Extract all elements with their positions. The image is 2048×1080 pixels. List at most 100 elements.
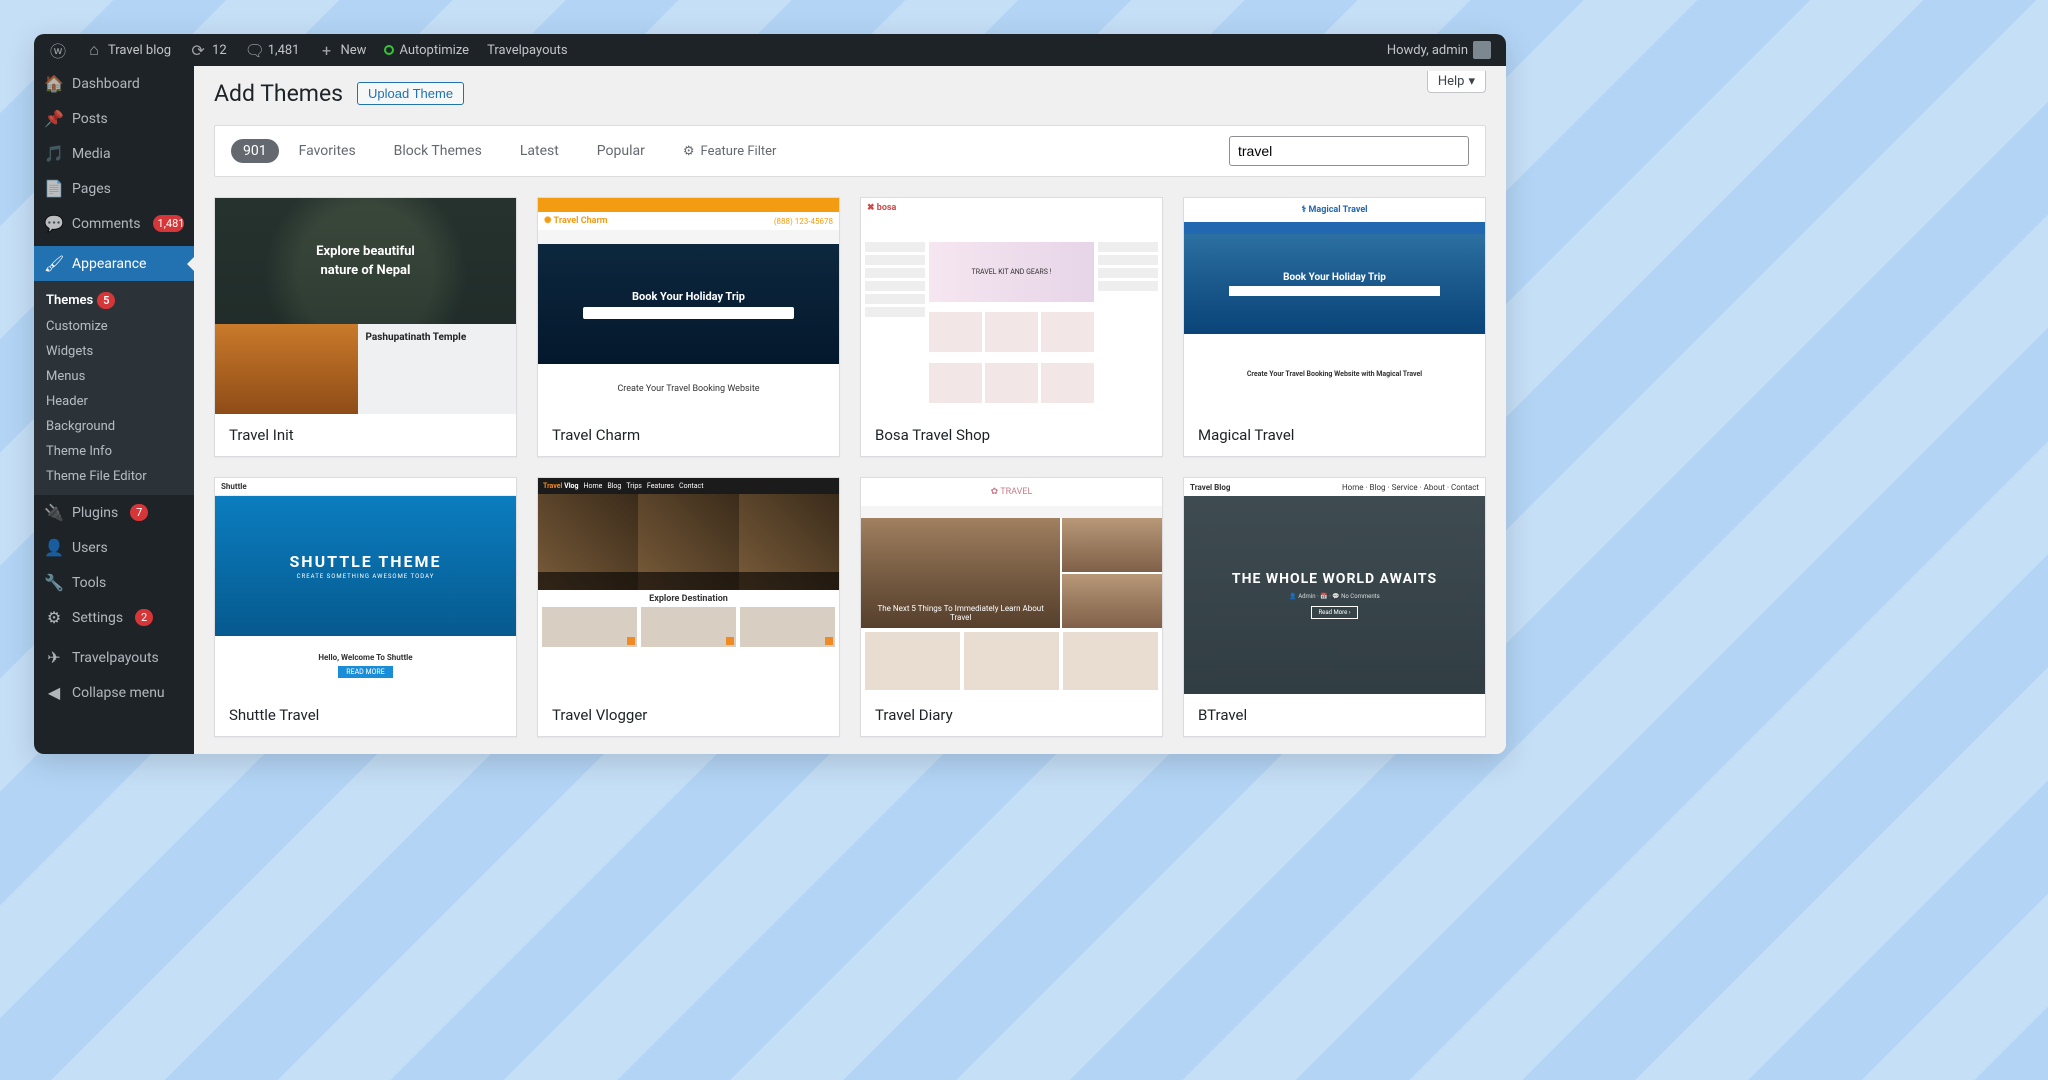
submenu-item-theme-info[interactable]: Theme Info	[34, 439, 194, 464]
feature-filter[interactable]: ⚙Feature Filter	[683, 144, 777, 159]
menu-label: Tools	[72, 575, 106, 591]
theme-card-btravel[interactable]: Travel BlogHome · Blog · Service · About…	[1183, 477, 1486, 737]
menu-icon: 🔌	[44, 503, 64, 522]
updates-count: 12	[212, 43, 227, 58]
submenu-item-theme-file-editor[interactable]: Theme File Editor	[34, 464, 194, 489]
account-link[interactable]: Howdy, admin	[1380, 34, 1498, 66]
submenu-item-header[interactable]: Header	[34, 389, 194, 414]
autoptimize-icon	[384, 45, 394, 55]
filter-bar: 901 Favorites Block Themes Latest Popular ⚙…	[214, 125, 1486, 177]
sidebar-item-users[interactable]: 👤 Users	[34, 530, 194, 565]
badge: 5	[97, 292, 115, 309]
theme-name: Bosa Travel Shop	[861, 414, 1162, 456]
menu-label: Posts	[72, 111, 108, 127]
theme-name: BTravel	[1184, 694, 1485, 736]
menu-label: Collapse menu	[72, 685, 165, 701]
sidebar-item-settings[interactable]: ⚙ Settings 2	[34, 600, 194, 635]
autoptimize-link[interactable]: Autoptimize	[377, 34, 476, 66]
theme-name: Travel Charm	[538, 414, 839, 456]
sidebar-item-plugins[interactable]: 🔌 Plugins 7	[34, 495, 194, 530]
menu-label: Plugins	[72, 505, 118, 521]
menu-label: Media	[72, 146, 111, 162]
help-tab[interactable]: Help▾	[1427, 71, 1486, 93]
refresh-icon: ⟳	[189, 41, 207, 60]
menu-icon: ⚙	[44, 608, 64, 627]
sidebar-item-media[interactable]: 🎵 Media	[34, 136, 194, 171]
theme-card-magical-travel[interactable]: ⚕ Magical TravelBook Your Holiday TripCr…	[1183, 197, 1486, 457]
comments-count: 1,481	[268, 43, 300, 58]
filter-block-themes[interactable]: Block Themes	[394, 143, 482, 159]
avatar	[1473, 41, 1491, 59]
menu-icon: 💬	[44, 214, 64, 233]
site-link[interactable]: ⌂ Travel blog	[78, 34, 178, 66]
plus-icon: +	[318, 41, 336, 60]
search-input[interactable]	[1229, 136, 1469, 166]
submenu-item-menus[interactable]: Menus	[34, 364, 194, 389]
menu-label: Users	[72, 540, 108, 556]
menu-icon: ◀	[44, 683, 64, 702]
sidebar-item-posts[interactable]: 📌 Posts	[34, 101, 194, 136]
chevron-down-icon: ▾	[1468, 74, 1475, 89]
filter-latest[interactable]: Latest	[520, 143, 559, 159]
theme-name: Magical Travel	[1184, 414, 1485, 456]
theme-name: Travel Init	[215, 414, 516, 456]
filter-popular[interactable]: Popular	[597, 143, 645, 159]
comments-link[interactable]: 🗨 1,481	[238, 34, 307, 66]
theme-grid: Explore beautifulnature of NepalPashupat…	[214, 197, 1486, 737]
theme-name: Shuttle Travel	[215, 694, 516, 736]
theme-name: Travel Vlogger	[538, 694, 839, 736]
wordpress-logo[interactable]: ⓦ	[42, 34, 74, 66]
badge: 2	[135, 609, 153, 626]
theme-card-shuttle-travel[interactable]: ShuttleSHUTTLE THEMECREATE SOMETHING AWE…	[214, 477, 517, 737]
submenu-item-widgets[interactable]: Widgets	[34, 339, 194, 364]
sidebar-item-pages[interactable]: 📄 Pages	[34, 171, 194, 206]
comment-icon: 🗨	[245, 41, 263, 60]
howdy-label: Howdy, admin	[1387, 43, 1468, 58]
badge: 1,481	[153, 215, 184, 232]
menu-label: Travelpayouts	[72, 650, 159, 666]
menu-icon: 🔧	[44, 573, 64, 592]
menu-icon: 🏠	[44, 74, 64, 93]
menu-icon: 🖌	[44, 254, 64, 273]
submenu-item-background[interactable]: Background	[34, 414, 194, 439]
new-label: New	[341, 43, 367, 58]
theme-count: 901	[231, 139, 279, 163]
content-area: Help▾ Add Themes Upload Theme 901 Favori…	[194, 66, 1506, 754]
home-icon: ⌂	[85, 40, 103, 60]
sidebar-item-travelpayouts[interactable]: ✈ Travelpayouts	[34, 640, 194, 675]
filter-favorites[interactable]: Favorites	[299, 143, 356, 159]
site-name: Travel blog	[108, 43, 171, 58]
sidebar-item-comments[interactable]: 💬 Comments 1,481	[34, 206, 194, 241]
upload-theme-button[interactable]: Upload Theme	[357, 82, 464, 105]
page-title: Add Themes	[214, 80, 343, 107]
badge: 7	[130, 504, 148, 521]
submenu-item-customize[interactable]: Customize	[34, 314, 194, 339]
sidebar-item-dashboard[interactable]: 🏠Dashboard	[34, 66, 194, 101]
admin-bar: ⓦ ⌂ Travel blog ⟳ 12 🗨 1,481 + New Autoptimi…	[34, 34, 1506, 66]
gear-icon: ⚙	[683, 144, 695, 159]
admin-sidebar: 🏠Dashboard 📌 Posts 🎵 Media 📄 Pages 💬 Comments 1,4…	[34, 66, 194, 754]
sidebar-item-collapse-menu[interactable]: ◀ Collapse menu	[34, 675, 194, 710]
theme-card-bosa-travel-shop[interactable]: ✖ bosaTRAVEL KIT AND GEARS !Bosa Travel …	[860, 197, 1163, 457]
theme-card-travel-vlogger[interactable]: Travel VlogHomeBlogTripsFeaturesContactE…	[537, 477, 840, 737]
new-link[interactable]: + New	[311, 34, 374, 66]
menu-icon: 👤	[44, 538, 64, 557]
menu-label: Pages	[72, 181, 111, 197]
sidebar-item-tools[interactable]: 🔧 Tools	[34, 565, 194, 600]
menu-label: Comments	[72, 216, 141, 232]
wordpress-icon: ⓦ	[49, 38, 67, 62]
theme-card-travel-charm[interactable]: ✺ Travel Charm(888) 123-45678Book Your H…	[537, 197, 840, 457]
menu-icon: 🎵	[44, 144, 64, 163]
theme-name: Travel Diary	[861, 694, 1162, 736]
sidebar-item-appearance[interactable]: 🖌 Appearance	[34, 246, 194, 281]
updates-link[interactable]: ⟳ 12	[182, 34, 234, 66]
menu-label: Settings	[72, 610, 123, 626]
menu-icon: 📌	[44, 109, 64, 128]
menu-icon: ✈	[44, 648, 64, 667]
submenu-item-themes[interactable]: Themes5	[34, 287, 194, 314]
theme-card-travel-init[interactable]: Explore beautifulnature of NepalPashupat…	[214, 197, 517, 457]
menu-icon: 📄	[44, 179, 64, 198]
menu-label: Appearance	[72, 256, 146, 272]
travelpayouts-link[interactable]: Travelpayouts	[480, 34, 575, 66]
theme-card-travel-diary[interactable]: ✿ TRAVELThe Next 5 Things To Immediately…	[860, 477, 1163, 737]
